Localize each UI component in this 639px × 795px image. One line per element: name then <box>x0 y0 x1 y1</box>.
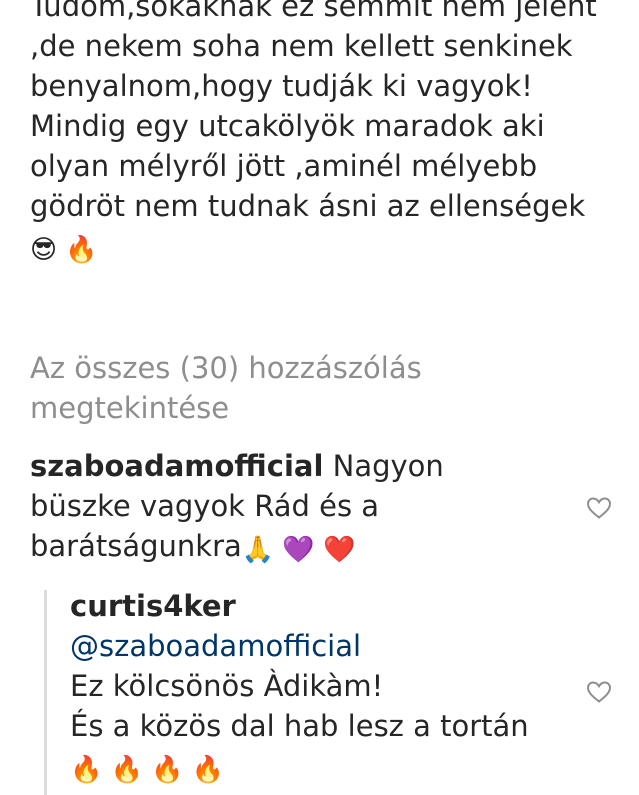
caption-emojis: 😎 🔥 <box>30 235 98 265</box>
comment-like-button[interactable] <box>586 496 612 520</box>
post-caption: Tudom,sokaknak ez semmit nem jelent ,de … <box>30 0 610 266</box>
reply-text: Ez kölcsönös Àdikàm! És a közös dal hab … <box>70 669 529 743</box>
heart-outline-icon <box>586 681 612 703</box>
reply-thread-line <box>44 590 47 795</box>
reply-mention[interactable]: @szaboadamofficial <box>70 626 550 666</box>
caption-text: Tudom,sokaknak ez semmit nem jelent ,de … <box>30 0 597 223</box>
view-all-comments-link[interactable]: Az összes (30) hozzászólás megtekintése <box>30 348 590 428</box>
reply-like-button[interactable] <box>586 680 612 704</box>
comment: szaboadamofficial Nagyon büszke vagyok R… <box>30 446 550 566</box>
reply-comment: curtis4ker @szaboadamofficial Ez kölcsön… <box>70 586 550 786</box>
comment-username[interactable]: szaboadamofficial <box>30 449 323 483</box>
reply-username[interactable]: curtis4ker <box>70 586 550 626</box>
heart-outline-icon <box>586 497 612 519</box>
reply-emojis: 🔥 🔥 🔥 🔥 <box>70 755 225 785</box>
comment-emojis: 🙏 💜 ❤️ <box>241 535 356 565</box>
instagram-comments-screen: Tudom,sokaknak ez semmit nem jelent ,de … <box>0 0 639 795</box>
